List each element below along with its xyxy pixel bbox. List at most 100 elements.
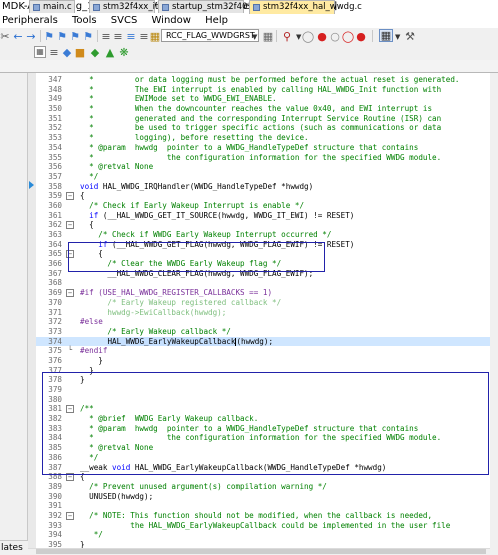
- line-number: 367: [48, 268, 62, 278]
- options-icon[interactable]: ▦: [34, 46, 46, 58]
- line-text: */: [80, 530, 103, 540]
- rte-icon[interactable]: ◆: [90, 46, 100, 58]
- bottom-panel-tab[interactable]: lates: [0, 540, 28, 555]
- fold-line: [66, 318, 74, 326]
- line-text: void HAL_WWDG_IRQHandler(WWDG_HandleType…: [80, 182, 313, 192]
- menu-tools[interactable]: Tools: [72, 14, 97, 28]
- code-editor[interactable]: 347 * or data logging must be performed …: [28, 73, 498, 555]
- debug-view-icon[interactable]: ◯: [302, 30, 314, 42]
- comment-text: * @retval None: [80, 162, 154, 172]
- uncomment-icon[interactable]: ≡: [139, 30, 149, 42]
- code-line[interactable]: 356 * @retval None: [36, 162, 498, 172]
- code-line[interactable]: 353 * logging), before resetting the dev…: [36, 133, 498, 143]
- code-line[interactable]: 368: [36, 278, 498, 288]
- code-line[interactable]: 359−{: [36, 191, 498, 201]
- fold-toggle-icon[interactable]: −: [66, 289, 74, 298]
- code-line[interactable]: 394 */: [36, 530, 498, 540]
- code-line[interactable]: 375 └ #endif: [36, 346, 498, 356]
- chevron-down-icon[interactable]: ▼: [395, 33, 400, 41]
- fold-line: [66, 522, 74, 530]
- code-line[interactable]: 351 * generated and the corresponding In…: [36, 114, 498, 124]
- code-line[interactable]: 348 * The EWI interrupt is enabled by ca…: [36, 85, 498, 95]
- code-line[interactable]: 372 #else: [36, 317, 498, 327]
- code-line[interactable]: 390 UNUSED(hwwdg);: [36, 492, 498, 502]
- file-icon: [253, 4, 260, 11]
- menu-help[interactable]: Help: [205, 14, 228, 28]
- tab-main-c[interactable]: main.c: [29, 0, 75, 13]
- code-line[interactable]: 363 /* Check if WWDG Early Wakeup Interr…: [36, 230, 498, 240]
- bookmark-icon[interactable]: ⚑: [44, 30, 54, 42]
- kill-breakpoints-icon[interactable]: ◯: [342, 30, 354, 42]
- code-line[interactable]: 389 /* Prevent unused argument(s) compil…: [36, 482, 498, 492]
- line-number: 349: [48, 94, 62, 104]
- chevron-down-icon[interactable]: ▼: [252, 33, 257, 41]
- comment-text: * or data logging must be performed befo…: [80, 75, 460, 84]
- code-line[interactable]: 374 HAL_WWDG_EarlyWakeupCallback(hwwdg);: [36, 336, 498, 347]
- horizontal-scrollbar-thumb[interactable]: [36, 549, 486, 554]
- code-line[interactable]: 370 /* Early Wakeup registered callback …: [36, 298, 498, 308]
- code-line[interactable]: 362− {: [36, 220, 498, 230]
- disable-breakpoint-icon[interactable]: ○: [330, 30, 340, 42]
- comment-icon[interactable]: ≡: [126, 30, 136, 42]
- code-line[interactable]: 360 /* Check if Early Wakeup Interrupt i…: [36, 201, 498, 211]
- prev-bookmark-icon[interactable]: ⚑: [57, 30, 67, 42]
- code-line[interactable]: 392− /* NOTE: This function should not b…: [36, 511, 498, 521]
- manage-components-icon[interactable]: ◆: [62, 46, 72, 58]
- menu-svcs[interactable]: SVCS: [111, 14, 138, 28]
- code-line[interactable]: 371 hwwdg->EwiCallback(hwwdg);: [36, 308, 498, 318]
- unindent-icon[interactable]: ≡: [113, 30, 123, 42]
- find-in-files-icon[interactable]: ▦: [150, 30, 160, 42]
- code-line[interactable]: 393 the HAL_WWDG_EarlyWakeupCallback cou…: [36, 521, 498, 531]
- line-number: 366: [48, 259, 62, 269]
- navigate-back-icon[interactable]: ←: [13, 30, 23, 42]
- code-line[interactable]: 357 */: [36, 172, 498, 182]
- code-line[interactable]: 358 void HAL_WWDG_IRQHandler(WWDG_HandleT…: [36, 182, 498, 192]
- line-number: 362: [48, 220, 62, 230]
- fold-toggle-icon[interactable]: −: [66, 221, 74, 230]
- navigate-forward-icon[interactable]: →: [26, 30, 36, 42]
- tab-startup-stm32f401xe-s[interactable]: startup_stm32f401xe.s: [158, 0, 270, 13]
- menu-window[interactable]: Window: [152, 14, 191, 28]
- search-icon[interactable]: ⚲: [281, 30, 293, 42]
- code-line[interactable]: 350 * When the downcounter reaches the v…: [36, 104, 498, 114]
- line-text: * generated and the corresponding Interr…: [80, 114, 441, 124]
- configure-icon[interactable]: ⚒: [405, 30, 415, 42]
- code-line[interactable]: 373 /* Early Wakeup callback */: [36, 327, 498, 337]
- find-icon[interactable]: ▦: [263, 30, 273, 42]
- select-icon[interactable]: ≡: [49, 46, 59, 58]
- tab-stm32f4xx-hal-wwdg-c[interactable]: stm32f4xx_hal_wwdg.c: [249, 0, 362, 14]
- enable-all-breakpoints-icon[interactable]: ●: [356, 30, 366, 42]
- code-line[interactable]: 349 * EWIMode set to WWDG_EWI_ENABLE.: [36, 94, 498, 104]
- line-text: * be used to trigger specific actions (s…: [80, 123, 441, 133]
- build-icon[interactable]: ▲: [105, 46, 115, 58]
- clear-bookmarks-icon[interactable]: ⚑: [83, 30, 93, 42]
- fold-toggle-icon[interactable]: −: [66, 511, 74, 520]
- code-line[interactable]: 361 if (__HAL_WWDG_GET_IT_SOURCE(hwwdg, …: [36, 211, 498, 221]
- comment-text: /* NOTE: This function should not be mod…: [80, 510, 433, 520]
- indent-icon[interactable]: ≡: [101, 30, 111, 42]
- cut-icon[interactable]: ✂: [0, 30, 9, 42]
- vertical-scrollbar[interactable]: [490, 73, 498, 555]
- fold-toggle-icon[interactable]: −: [66, 192, 74, 201]
- code-line[interactable]: 347 * or data logging must be performed …: [36, 75, 498, 85]
- fold-line: [66, 328, 74, 336]
- code-line[interactable]: 355 * the configuration information for …: [36, 153, 498, 163]
- next-bookmark-icon[interactable]: ⚑: [70, 30, 80, 42]
- window-layout-icon[interactable]: ▦: [379, 29, 393, 42]
- line-text: /* Check if WWDG Early Wakeup Interrupt …: [80, 230, 331, 240]
- code-line[interactable]: 369− #if (USE_HAL_WWDG_REGISTER_CALLBACKS…: [36, 288, 498, 298]
- code-line[interactable]: 352 * be used to trigger specific action…: [36, 123, 498, 133]
- tab-stm32f4xx-it-c[interactable]: stm32f4xx_it.c: [89, 0, 166, 13]
- code-line[interactable]: 354 * @param hwwdg pointer to a WWDG_Han…: [36, 143, 498, 153]
- code-line[interactable]: 391: [36, 501, 498, 511]
- breakpoint-gutter[interactable]: [28, 73, 36, 555]
- line-number: 361: [48, 210, 62, 220]
- settings-icon[interactable]: ❋: [119, 46, 129, 58]
- find-combo[interactable]: RCC_FLAG_WWDGRST: [161, 29, 259, 42]
- breakpoint-icon[interactable]: ●: [317, 30, 327, 42]
- chevron-down-icon[interactable]: ▼: [296, 33, 301, 41]
- code-line[interactable]: 376 }: [36, 356, 498, 366]
- pack-installer-icon[interactable]: ■: [75, 46, 85, 58]
- menu-peripherals[interactable]: Peripherals: [2, 14, 58, 28]
- line-number: 370: [48, 297, 62, 307]
